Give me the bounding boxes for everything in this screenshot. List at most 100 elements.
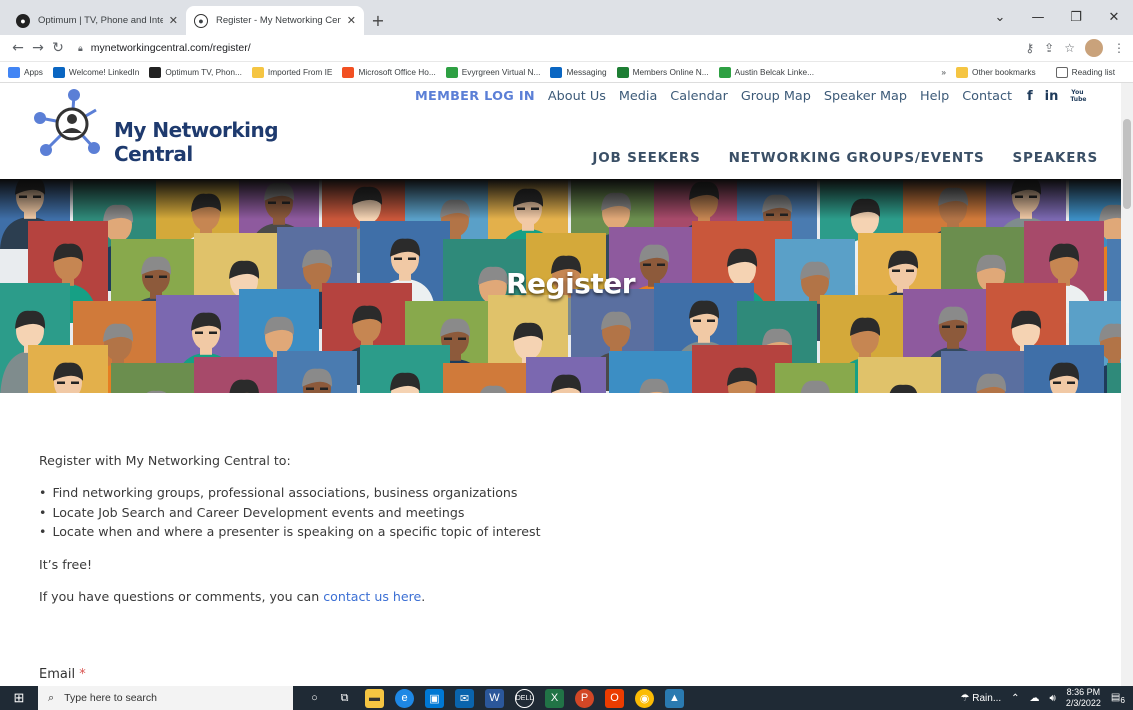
main-nav-item[interactable]: SPEAKERS — [1013, 150, 1099, 166]
back-icon[interactable]: ← — [8, 40, 28, 56]
cortana-icon[interactable]: ○ — [305, 689, 324, 708]
windows-start-button[interactable]: ⊞ — [0, 686, 38, 710]
hero-banner: Register — [0, 179, 1133, 393]
bookmark-item[interactable]: Microsoft Office Ho... — [342, 66, 436, 78]
maximize-button[interactable]: ❐ — [1057, 0, 1095, 35]
office-icon[interactable]: O — [605, 688, 624, 708]
bookmark-item[interactable]: Apps — [8, 66, 43, 78]
tray-chevron-icon[interactable]: ⌃ — [1011, 693, 1019, 704]
top-nav-member-log-in[interactable]: MEMBER LOG IN — [415, 89, 535, 104]
close-tab-icon[interactable]: ✕ — [347, 14, 356, 27]
new-tab-button[interactable]: + — [364, 6, 392, 35]
portrait-tile — [858, 357, 948, 393]
search-placeholder: Type here to search — [64, 692, 157, 704]
windows-taskbar: ⊞ ⌕ Type here to search ○ ⧉ ▬ e ▣ ✉ W DE… — [0, 686, 1133, 710]
forward-icon[interactable]: → — [28, 40, 48, 56]
file-explorer-icon[interactable]: ▬ — [365, 688, 384, 708]
reading-list[interactable]: Reading list — [1055, 66, 1115, 78]
bookmark-item[interactable]: Welcome! LinkedIn — [52, 66, 139, 78]
web-page: My Networking Central MEMBER LOG IN About… — [0, 83, 1133, 686]
bookmark-favicon-icon — [149, 66, 162, 78]
top-nav-contact[interactable]: Contact — [962, 89, 1012, 104]
bookmark-item[interactable]: Evyrgreen Virtual N... — [445, 66, 540, 78]
tab-register[interactable]: ● Register - My Networking Centra ✕ — [186, 6, 364, 35]
mail-icon[interactable]: ✉ — [455, 688, 474, 708]
bookmark-favicon-icon — [445, 66, 458, 78]
network-icon[interactable]: ☁ — [1030, 693, 1040, 704]
page-scrollbar[interactable] — [1121, 83, 1133, 686]
top-nav-group-map[interactable]: Group Map — [741, 89, 811, 104]
volume-icon[interactable]: 🔊︎ — [1050, 693, 1056, 704]
reload-icon[interactable]: ↻ — [48, 40, 68, 56]
chrome-icon[interactable]: ◉ — [635, 688, 654, 708]
powerpoint-icon[interactable]: P — [575, 688, 594, 708]
browser-chrome: ● Optimum | TV, Phone and Intern ✕ ● Reg… — [0, 0, 1133, 83]
tab-strip: ● Optimum | TV, Phone and Intern ✕ ● Reg… — [0, 0, 1133, 35]
excel-icon[interactable]: X — [545, 688, 564, 708]
bookmark-favicon-icon — [8, 66, 20, 78]
minimize-button[interactable]: — — [1019, 0, 1057, 35]
photos-icon[interactable]: ▲ — [665, 688, 684, 708]
edge-icon[interactable]: e — [395, 688, 414, 708]
main-nav: JOB SEEKERS NETWORKING GROUPS/EVENTS SPEAK… — [592, 150, 1098, 166]
network-logo-icon — [34, 89, 100, 156]
tab-title: Register - My Networking Centra — [216, 15, 341, 26]
task-view-icon[interactable]: ⧉ — [335, 689, 354, 708]
portrait-tile — [609, 351, 699, 393]
bookmark-item[interactable]: Messaging — [550, 66, 607, 78]
top-nav-speaker-map[interactable]: Speaker Map — [824, 89, 907, 104]
taskbar-search[interactable]: ⌕ Type here to search — [38, 686, 293, 710]
main-nav-item[interactable]: NETWORKING GROUPS/EVENTS — [729, 150, 985, 166]
scrollbar-thumb[interactable] — [1123, 119, 1131, 209]
intro-text: Register with My Networking Central to: — [39, 453, 291, 468]
bookmarks-overflow-button[interactable]: » — [941, 67, 946, 77]
top-nav-calendar[interactable]: Calendar — [670, 89, 728, 104]
list-item: Locate when and where a presenter is spe… — [39, 522, 1133, 542]
weather-widget[interactable]: ☂ Rain... — [961, 693, 1002, 704]
portrait-tile — [775, 363, 855, 393]
tab-optimum[interactable]: ● Optimum | TV, Phone and Intern ✕ — [8, 6, 186, 35]
bookmark-star-icon[interactable]: ☆ — [1064, 41, 1075, 55]
close-window-button[interactable]: ✕ — [1095, 0, 1133, 35]
page-title: Register — [505, 267, 636, 300]
portrait-tile — [111, 363, 201, 393]
top-nav-help[interactable]: Help — [920, 89, 949, 104]
linkedin-icon[interactable]: in — [1045, 89, 1059, 104]
hero-shadow — [0, 179, 1133, 219]
portrait-tile — [526, 357, 606, 393]
notification-center-icon[interactable]: ▤6 — [1111, 692, 1125, 705]
top-nav-about-us[interactable]: About Us — [548, 89, 606, 104]
bookmark-favicon-icon — [616, 66, 629, 78]
required-mark: * — [79, 667, 86, 682]
bookmark-item[interactable]: Austin Belcak Linke... — [718, 66, 814, 78]
clock[interactable]: 8:36 PM 2/3/2022 — [1066, 687, 1101, 709]
bookmark-item[interactable]: Imported From IE — [251, 66, 332, 78]
share-icon[interactable]: ⇪ — [1044, 41, 1054, 55]
tab-search-icon[interactable]: ⌄ — [981, 0, 1019, 35]
main-nav-item[interactable]: JOB SEEKERS — [592, 150, 700, 166]
profile-avatar[interactable] — [1085, 39, 1103, 57]
store-icon[interactable]: ▣ — [425, 688, 444, 708]
url-text: mynetworkingcentral.com/register/ — [90, 42, 251, 54]
dell-icon[interactable]: DELL — [515, 688, 534, 708]
folder-icon — [956, 66, 968, 78]
bookmark-favicon-icon — [251, 66, 264, 78]
bookmark-item[interactable]: Optimum TV, Phon... — [149, 66, 242, 78]
bookmark-favicon-icon — [550, 66, 563, 78]
lock-icon[interactable]: 🔒︎ — [78, 43, 83, 54]
contact-us-link[interactable]: contact us here — [323, 589, 421, 604]
site-logo[interactable]: My Networking Central — [34, 88, 294, 166]
close-tab-icon[interactable]: ✕ — [169, 14, 178, 27]
facebook-icon[interactable]: f — [1027, 89, 1033, 104]
word-icon[interactable]: W — [485, 688, 504, 708]
top-nav-media[interactable]: Media — [619, 89, 657, 104]
optimum-favicon-icon: ● — [16, 13, 30, 28]
bookmark-item[interactable]: Members Online N... — [616, 66, 709, 78]
address-bar[interactable]: 🔒︎ mynetworkingcentral.com/register/ — [68, 37, 1025, 59]
bookmark-favicon-icon — [52, 66, 65, 78]
tab-title: Optimum | TV, Phone and Intern — [38, 15, 163, 26]
youtube-icon[interactable]: You Tube — [1070, 89, 1086, 104]
menu-dots-icon[interactable]: ⋮ — [1113, 41, 1125, 55]
key-icon[interactable]: ⚷ — [1025, 41, 1034, 55]
other-bookmarks[interactable]: Other bookmarks — [956, 66, 1036, 78]
